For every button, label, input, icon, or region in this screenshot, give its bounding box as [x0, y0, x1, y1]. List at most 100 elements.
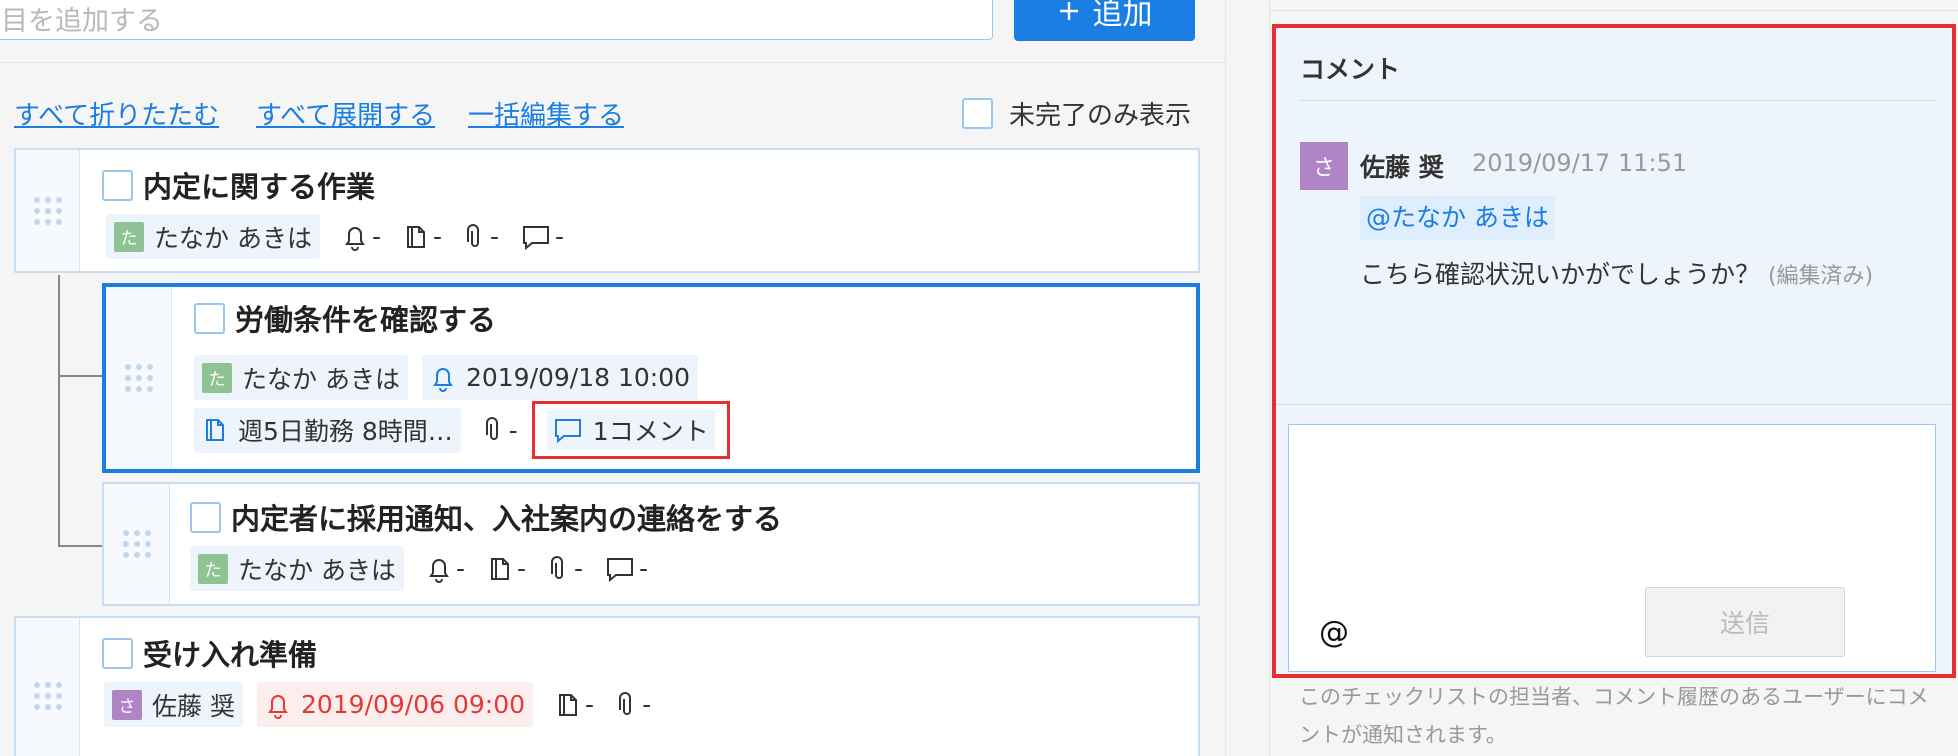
drag-handle-icon	[122, 530, 151, 558]
comment-input[interactable]: @ 送信	[1288, 424, 1936, 672]
reminder-chip[interactable]: 2019/09/18 10:00	[421, 355, 699, 400]
comment-heading: コメント	[1300, 50, 1936, 101]
comment-button[interactable]: -	[521, 222, 564, 251]
comment-value: 1コメント	[592, 417, 709, 446]
add-button[interactable]: 追加	[1014, 0, 1195, 41]
assignee-chip[interactable]: た たなか あきは	[190, 546, 404, 591]
drag-handle-icon	[33, 682, 62, 710]
comment-mention[interactable]: @たなか あきは	[1360, 196, 1555, 240]
assignee-chip[interactable]: た たなか あきは	[106, 214, 320, 259]
task-card[interactable]: 内定者に採用通知、入社案内の連絡をする た たなか あきは - - - -	[102, 482, 1200, 606]
task-card[interactable]: 内定に関する作業 た たなか あきは - - - -	[14, 148, 1200, 273]
comment-icon	[554, 419, 581, 444]
bell-icon	[345, 226, 365, 251]
drag-handle[interactable]	[16, 618, 80, 756]
bulk-edit-link[interactable]: 一括編集する	[468, 95, 624, 132]
send-button[interactable]: 送信	[1645, 587, 1845, 657]
plus-icon	[1059, 1, 1078, 20]
reminder-button[interactable]: -	[342, 222, 381, 251]
drag-handle[interactable]	[106, 287, 172, 469]
avatar: た	[114, 221, 144, 252]
avatar: さ	[112, 689, 142, 720]
comment-icon	[607, 557, 634, 582]
comment-author: 佐藤 奨	[1360, 153, 1444, 182]
attachment-value: -	[490, 222, 500, 251]
memo-value: 週5日勤務 8時間…	[238, 417, 453, 446]
paperclip-icon	[485, 417, 498, 440]
assignee-name: たなか あきは	[238, 555, 396, 585]
memo-icon	[490, 557, 509, 580]
tree-line	[58, 545, 102, 547]
task-title[interactable]: 内定者に採用通知、入社案内の連絡をする	[231, 496, 782, 538]
task-checkbox[interactable]	[102, 637, 133, 669]
only-incomplete-checkbox[interactable]	[962, 98, 993, 129]
attachment-value: -	[508, 415, 518, 445]
reminder-value: 2019/09/18 10:00	[465, 363, 691, 392]
avatar: た	[202, 362, 232, 393]
assignee-name: 佐藤 奨	[152, 691, 235, 721]
panel-gutter	[1225, 0, 1269, 756]
reminder-button[interactable]: -	[426, 554, 465, 583]
memo-icon	[559, 693, 578, 716]
only-incomplete-toggle[interactable]: 未完了のみ表示	[962, 95, 1191, 132]
add-button-label: 追加	[1092, 0, 1153, 32]
memo-value: -	[432, 222, 443, 251]
add-item-input[interactable]: 目を追加する	[0, 0, 993, 40]
memo-icon	[206, 419, 224, 441]
mention-button[interactable]: @	[1319, 615, 1349, 650]
task-title[interactable]: 労働条件を確認する	[235, 297, 496, 339]
comment-edited-label: (編集済み)	[1767, 264, 1874, 289]
attachment-button[interactable]: -	[548, 554, 583, 583]
divider	[1276, 404, 1952, 405]
assignee-name: たなか あきは	[154, 223, 312, 253]
memo-button[interactable]: -	[555, 690, 594, 719]
attachment-button[interactable]: -	[464, 222, 499, 251]
memo-icon	[406, 225, 425, 248]
comment-value: -	[555, 222, 565, 251]
avatar: た	[198, 553, 228, 584]
comment-avatar: さ	[1300, 142, 1348, 190]
memo-button[interactable]: -	[403, 222, 442, 251]
comment-text: こちら確認状況いかがでしょうか？	[1360, 260, 1761, 289]
assignee-name: たなか あきは	[242, 364, 400, 394]
task-checkbox[interactable]	[194, 302, 225, 334]
task-card[interactable]: 受け入れ準備 さ 佐藤 奨 2019/09/06 09:00 - -	[14, 616, 1200, 756]
divider	[0, 62, 1225, 63]
tree-line	[58, 375, 102, 377]
paperclip-icon	[551, 555, 564, 579]
memo-button[interactable]: -	[487, 554, 526, 583]
memo-value: -	[516, 554, 527, 583]
task-title[interactable]: 内定に関する作業	[143, 164, 375, 206]
reminder-value: -	[455, 554, 465, 583]
drag-handle[interactable]	[104, 484, 170, 604]
memo-value: -	[585, 690, 595, 719]
reminder-value: -	[371, 222, 381, 251]
comment-chip[interactable]: 1コメント	[546, 410, 715, 450]
memo-chip[interactable]: 週5日勤務 8時間…	[194, 407, 461, 453]
attachment-button[interactable]: -	[616, 690, 651, 719]
attachment-button[interactable]: -	[483, 416, 518, 445]
task-title[interactable]: 受け入れ準備	[143, 632, 317, 674]
task-checkbox[interactable]	[190, 501, 221, 533]
expand-all-link[interactable]: すべて展開する	[256, 95, 435, 132]
comment-value: -	[639, 554, 649, 583]
comment-body: こちら確認状況いかがでしょうか？ (編集済み)	[1360, 250, 1920, 302]
task-checkbox[interactable]	[102, 169, 133, 201]
collapse-all-link[interactable]: すべて折りたたむ	[14, 95, 219, 132]
reminder-chip-overdue[interactable]: 2019/09/06 09:00	[256, 682, 534, 727]
drag-handle[interactable]	[16, 150, 80, 271]
task-card-selected[interactable]: 労働条件を確認する た たなか あきは 2019/09/18 10:00 週5日…	[102, 283, 1200, 473]
attachment-value: -	[574, 554, 584, 583]
comment-button[interactable]: -	[605, 554, 648, 583]
paperclip-icon	[467, 223, 480, 247]
comment-count-highlight[interactable]: 1コメント	[531, 401, 730, 459]
assignee-chip[interactable]: た たなか あきは	[194, 355, 408, 400]
drag-handle-icon	[124, 364, 153, 392]
assignee-chip[interactable]: さ 佐藤 奨	[104, 682, 243, 727]
attachment-value: -	[642, 690, 652, 719]
bell-icon	[429, 558, 449, 583]
paperclip-icon	[619, 691, 632, 715]
divider	[1269, 10, 1958, 11]
notification-note: このチェックリストの担当者、コメント履歴のあるユーザーにコメントが通知されます。	[1299, 685, 1929, 747]
comment-icon	[523, 225, 550, 250]
